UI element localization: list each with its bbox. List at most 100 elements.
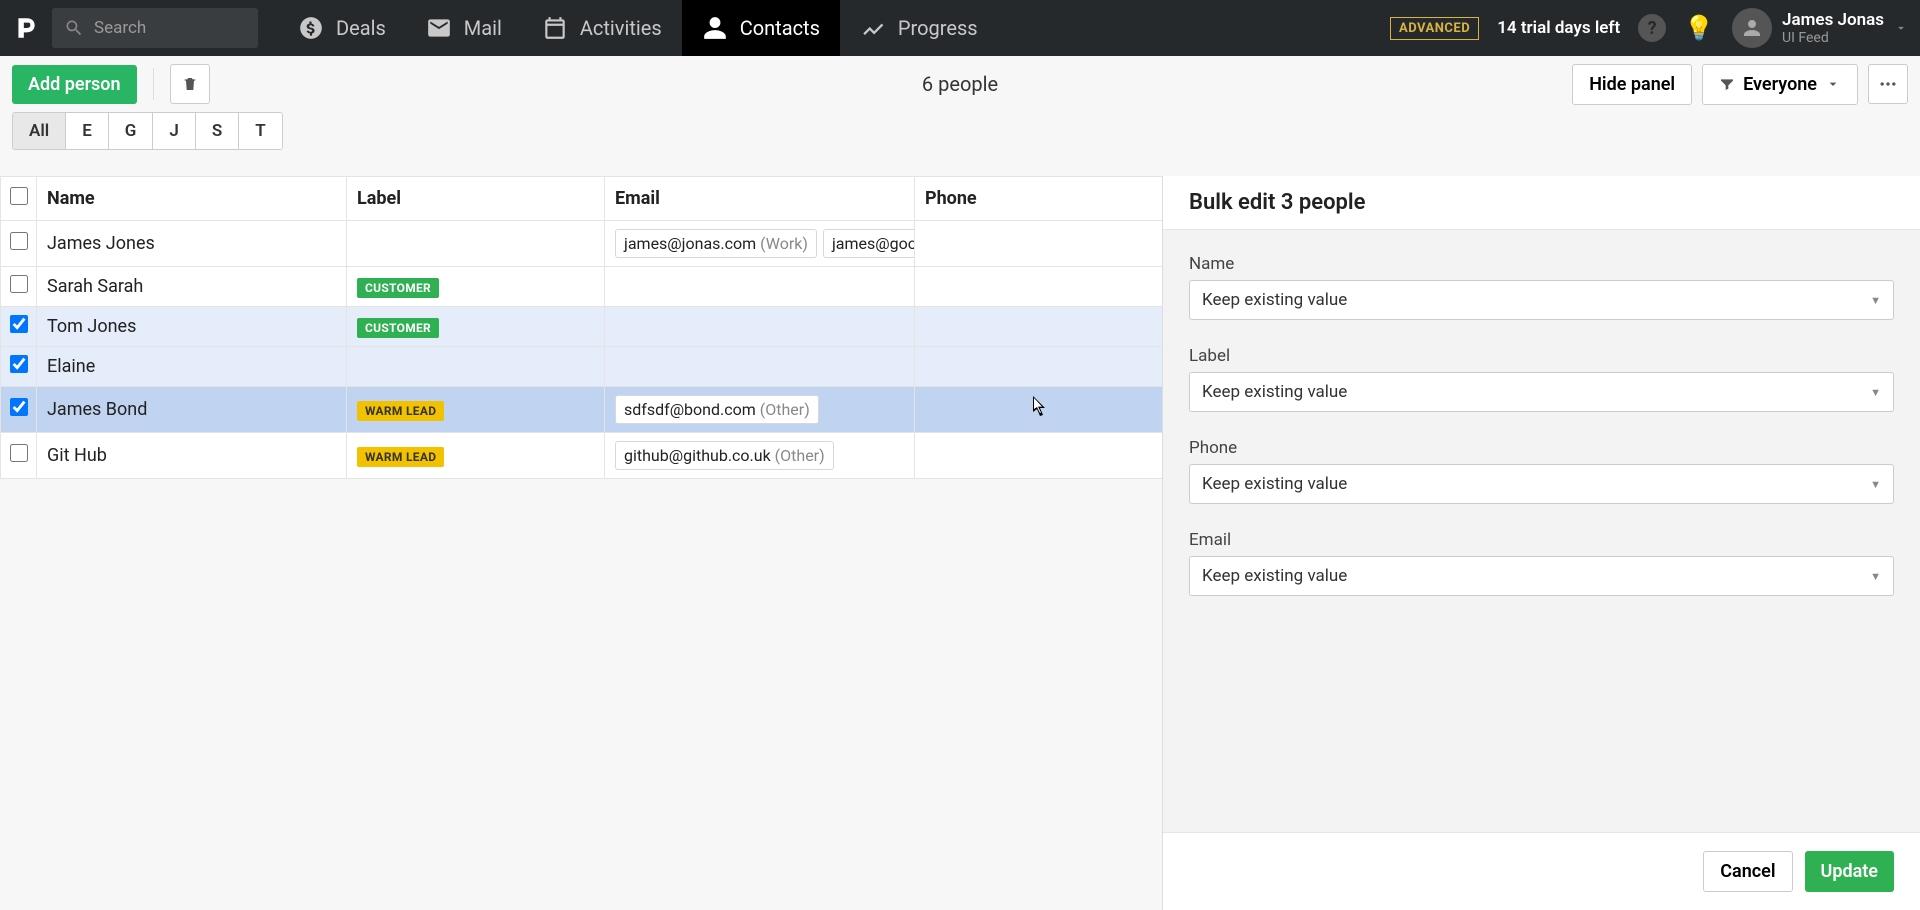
add-person-button[interactable]: Add person [12,65,137,104]
toolbar: Add person 6 people Hide panel Everyone [0,56,1920,112]
row-checkbox[interactable] [10,444,28,462]
cell-email[interactable]: sdfsdf@bond.com (Other) [605,387,915,433]
field-select[interactable]: Keep existing value▼ [1189,372,1894,412]
alpha-all[interactable]: All [13,113,66,149]
cell-label[interactable]: WARM LEAD [347,387,605,433]
search-input[interactable] [94,18,234,38]
trash-icon [182,76,198,92]
alpha-j[interactable]: J [153,113,195,149]
nav-deals[interactable]: Deals [278,0,406,56]
more-button[interactable] [1868,64,1908,104]
row-checkbox[interactable] [10,315,28,333]
field-label: Name [1189,254,1894,274]
label-tag: WARM LEAD [357,401,444,421]
email-chip[interactable]: james@goog [823,229,915,258]
cell-phone[interactable] [915,267,1163,307]
cell-phone[interactable] [915,221,1163,267]
nav-mail-label: Mail [464,16,502,40]
cell-email[interactable]: github@github.co.uk (Other) [605,433,915,479]
row-checkbox[interactable] [10,355,28,373]
label-tag: CUSTOMER [357,278,439,298]
nav-activities[interactable]: Activities [522,0,682,56]
email-chip[interactable]: james@jonas.com (Work) [615,229,817,258]
cell-label[interactable]: WARM LEAD [347,433,605,479]
table-row[interactable]: Elaine [1,347,1163,387]
field-label: Email [1189,530,1894,550]
search-box[interactable] [52,8,258,48]
nav-mail[interactable]: Mail [406,0,522,56]
cell-name[interactable]: Tom Jones [37,307,347,347]
delete-button[interactable] [170,64,210,104]
table-row[interactable]: Sarah Sarah CUSTOMER [1,267,1163,307]
user-menu[interactable]: James Jonas UI Feed [1732,8,1908,48]
cell-label[interactable] [347,221,605,267]
label-tag: CUSTOMER [357,318,439,338]
cell-name[interactable]: Sarah Sarah [37,267,347,307]
contacts-table: Name Label Email Phone James Jones james@… [0,176,1162,910]
email-chip[interactable]: github@github.co.uk (Other) [615,441,834,470]
cell-name[interactable]: Git Hub [37,433,347,479]
cell-label[interactable]: CUSTOMER [347,267,605,307]
cell-label[interactable]: CUSTOMER [347,307,605,347]
panel-title: Bulk edit 3 people [1163,176,1920,230]
hide-panel-button[interactable]: Hide panel [1572,64,1692,105]
trial-text: 14 trial days left [1497,18,1620,38]
person-icon [702,15,728,41]
col-phone[interactable]: Phone [915,177,1163,221]
nav-contacts[interactable]: Contacts [682,0,840,56]
email-chip[interactable]: sdfsdf@bond.com (Other) [615,395,819,424]
search-icon [64,18,84,38]
update-button[interactable]: Update [1805,851,1894,892]
col-label[interactable]: Label [347,177,605,221]
cell-phone[interactable] [915,307,1163,347]
filter-dropdown[interactable]: Everyone [1702,64,1858,105]
nav-progress[interactable]: Progress [840,0,998,56]
field-select[interactable]: Keep existing value▼ [1189,280,1894,320]
alpha-e[interactable]: E [66,113,109,149]
chevron-down-icon [1894,21,1908,35]
table-row[interactable]: Tom Jones CUSTOMER [1,307,1163,347]
cell-name[interactable]: Elaine [37,347,347,387]
table-row[interactable]: James Bond WARM LEAD sdfsdf@bond.com (Othe… [1,387,1163,433]
cancel-button[interactable]: Cancel [1703,851,1792,892]
field-select[interactable]: Keep existing value▼ [1189,464,1894,504]
row-checkbox[interactable] [10,275,28,293]
app-logo[interactable] [0,15,52,41]
separator [153,68,154,100]
col-name[interactable]: Name [37,177,347,221]
cell-phone[interactable] [915,433,1163,479]
cell-name[interactable]: James Jones [37,221,347,267]
trend-icon [860,15,886,41]
select-all-checkbox[interactable] [10,187,28,205]
user-name: James Jonas [1782,10,1884,30]
row-checkbox[interactable] [10,232,28,250]
cell-email[interactable] [605,267,915,307]
table-row[interactable]: James Jones james@jonas.com (Work)james@g… [1,221,1163,267]
cell-name[interactable]: James Bond [37,387,347,433]
plan-badge: ADVANCED [1390,17,1479,40]
alpha-s[interactable]: S [196,113,239,149]
cell-email[interactable] [605,347,915,387]
cell-phone[interactable] [915,347,1163,387]
nav-contacts-label: Contacts [740,16,820,40]
cell-email[interactable]: james@jonas.com (Work)james@goog [605,221,915,267]
table-row[interactable]: Git Hub WARM LEAD github@github.co.uk (Oth… [1,433,1163,479]
cell-label[interactable] [347,347,605,387]
field-email: Email Keep existing value▼ [1189,530,1894,596]
field-label: Label [1189,346,1894,366]
col-email[interactable]: Email [605,177,915,221]
field-select[interactable]: Keep existing value▼ [1189,556,1894,596]
dollar-icon [298,15,324,41]
alpha-t[interactable]: T [239,113,281,149]
tips-button[interactable]: 💡 [1684,14,1714,42]
filter-icon [1719,76,1735,92]
top-nav: Deals Mail Activities Contacts Progress … [0,0,1920,56]
label-tag: WARM LEAD [357,447,444,467]
row-checkbox[interactable] [10,398,28,416]
alpha-g[interactable]: G [109,113,154,149]
field-name: Name Keep existing value▼ [1189,254,1894,320]
cell-email[interactable] [605,307,915,347]
help-button[interactable]: ? [1638,14,1666,42]
more-icon [1878,74,1898,94]
cell-phone[interactable] [915,387,1163,433]
